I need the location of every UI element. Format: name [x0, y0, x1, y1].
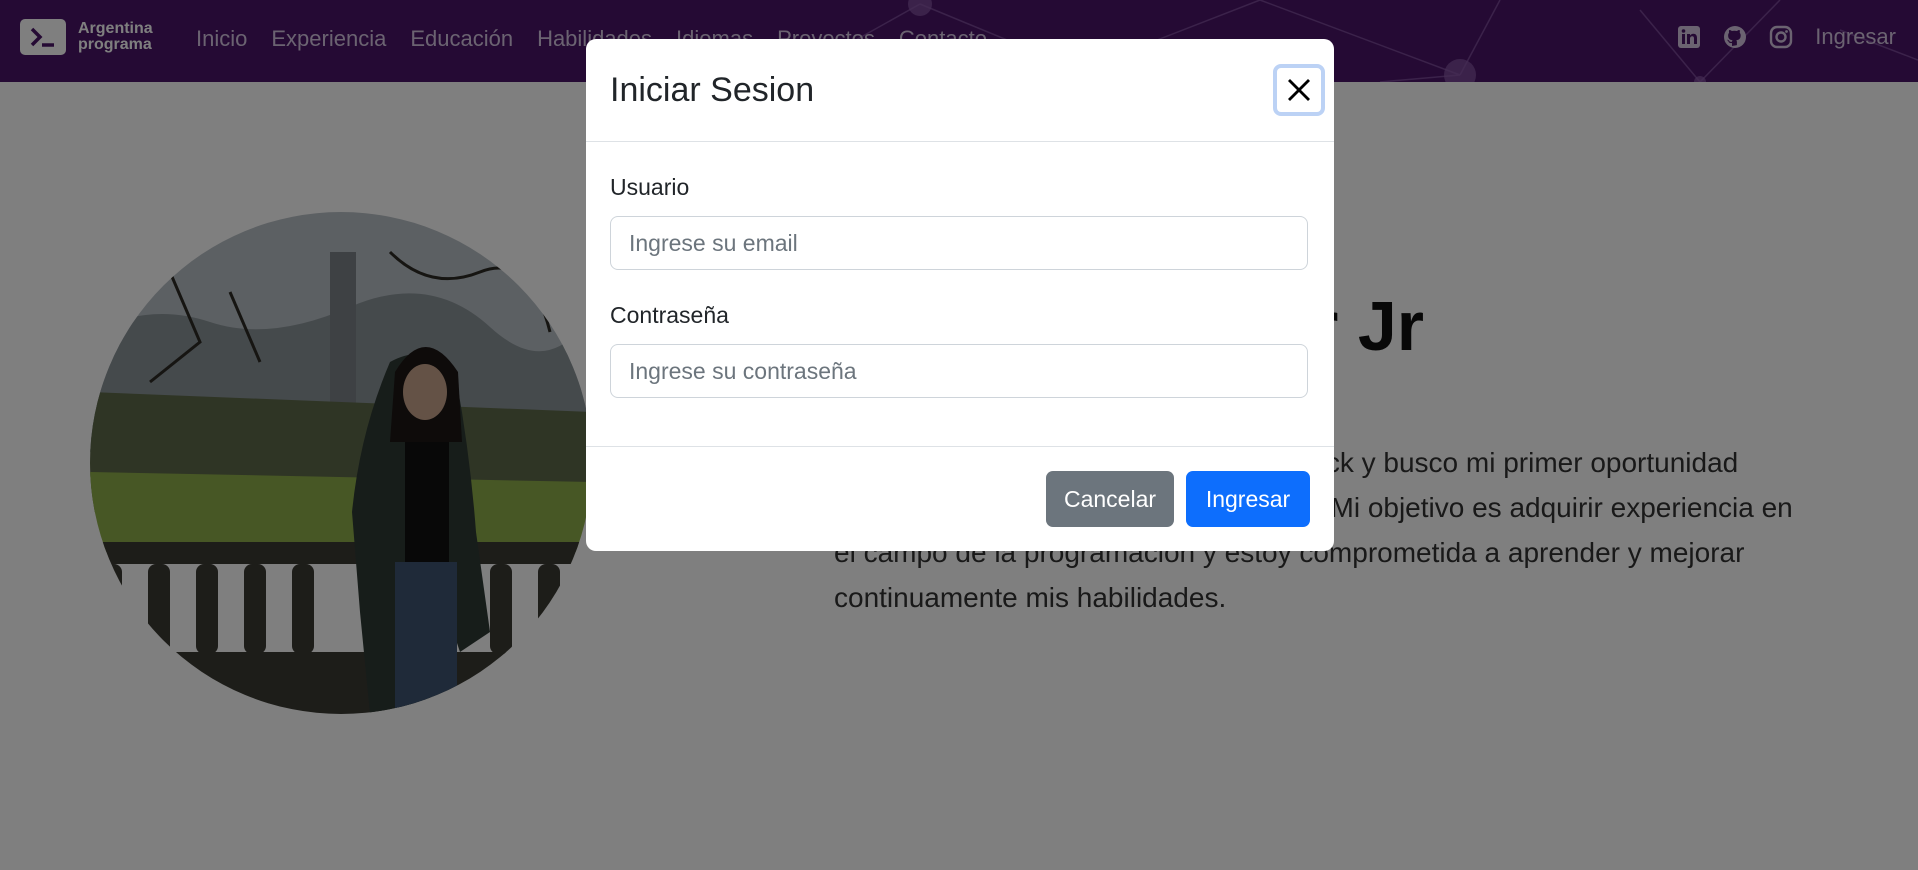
modal-header: Iniciar Sesion — [586, 39, 1334, 142]
password-label: Contraseña — [610, 302, 729, 328]
close-button[interactable] — [1273, 64, 1325, 116]
modal-body: Usuario Contraseña — [586, 142, 1334, 447]
user-label: Usuario — [610, 174, 690, 200]
password-field[interactable] — [610, 344, 1308, 398]
submit-login-button[interactable]: Ingresar — [1186, 471, 1310, 527]
login-modal: Iniciar Sesion Usuario Contraseña Cancel… — [586, 39, 1334, 551]
cancel-button[interactable]: Cancelar — [1046, 471, 1174, 527]
modal-title: Iniciar Sesion — [610, 71, 815, 109]
modal-footer: Cancelar Ingresar — [586, 447, 1334, 551]
email-field[interactable] — [610, 216, 1308, 270]
close-icon — [1288, 79, 1310, 101]
